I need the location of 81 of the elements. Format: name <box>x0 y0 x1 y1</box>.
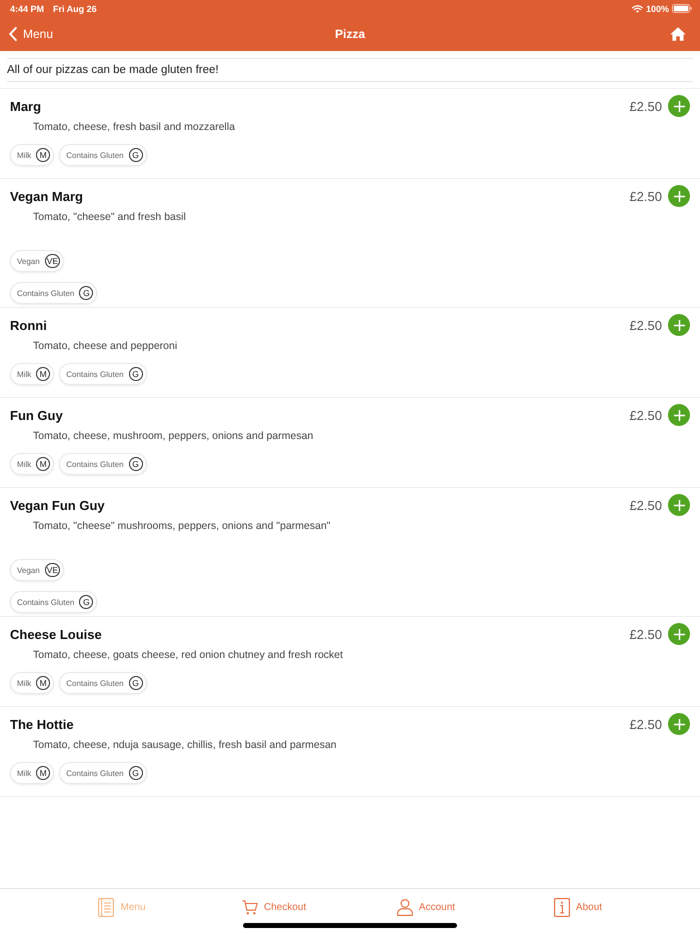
allergen-code: M <box>36 367 50 381</box>
item-description: Tomato, cheese, nduja sausage, chillis, fresh basil and parmesan <box>33 738 337 752</box>
allergen-code: G <box>79 595 94 609</box>
item-price: £2.50 <box>629 498 662 512</box>
add-button[interactable] <box>668 404 690 426</box>
allergen-code: M <box>36 766 50 780</box>
allergen-code: VE <box>44 254 60 268</box>
item-price: £2.50 <box>629 188 662 204</box>
allergen-label: Contains Gluten <box>66 768 124 778</box>
plus-icon <box>674 100 684 112</box>
battery-icon <box>672 4 692 13</box>
item-description: Tomato, cheese and pepperoni <box>33 339 178 353</box>
tab-bar-item[interactable]: Menu <box>98 896 146 918</box>
allergen-label: Contains Gluten <box>17 288 74 298</box>
plus-icon <box>674 628 684 640</box>
notice-text: All of our pizzas can be made gluten free! <box>7 64 219 76</box>
allergen-label: Milk <box>17 460 32 468</box>
plus-icon <box>674 190 684 202</box>
item-name: Vegan Marg <box>10 188 83 204</box>
plus-icon <box>674 718 684 730</box>
item-price: £2.50 <box>629 98 662 114</box>
info-icon <box>554 898 570 916</box>
page-title: Pizza <box>335 27 365 41</box>
allergen-label: Contains Gluten <box>66 678 124 688</box>
item-description: Tomato, "cheese" mushrooms, peppers, onions and "parmesan" <box>33 519 330 533</box>
allergen-label: Milk <box>17 370 32 378</box>
item-description: Tomato, cheese, goats cheese, red onion chutney and fresh rocket <box>33 648 343 662</box>
person-icon <box>396 898 413 916</box>
add-button[interactable] <box>668 623 690 645</box>
allergen-label: Milk <box>17 150 32 160</box>
allergen-label: Contains Gluten <box>17 598 74 606</box>
item-description: Tomato, "cheese" and fresh basil <box>33 210 186 224</box>
allergen-code: M <box>36 457 50 471</box>
allergen-code: G <box>128 457 143 471</box>
add-button[interactable] <box>668 185 690 207</box>
item-description: Tomato, cheese, fresh basil and mozzarella <box>33 120 235 134</box>
status-date: Fri Aug 26 <box>53 4 97 14</box>
allergen-label: Contains Gluten <box>66 370 124 378</box>
item-price: £2.50 <box>629 716 662 732</box>
item-price: £2.50 <box>629 318 662 332</box>
add-button[interactable] <box>668 95 690 117</box>
plus-icon <box>674 320 684 330</box>
add-button[interactable] <box>668 713 690 735</box>
battery-percent: 100% <box>646 4 669 14</box>
allergen-code: G <box>128 148 143 162</box>
allergen-code: M <box>36 676 50 690</box>
allergen-label: Vegan <box>17 566 40 574</box>
add-button[interactable] <box>668 494 690 516</box>
tab-bar-item[interactable]: Account <box>396 896 456 918</box>
cart-icon <box>242 898 258 916</box>
allergen-code: G <box>79 286 94 300</box>
add-button[interactable] <box>668 314 690 336</box>
item-name: The Hottie <box>10 716 74 732</box>
allergen-label: Contains Gluten <box>66 460 124 468</box>
plus-icon <box>674 410 684 420</box>
plus-icon <box>674 500 684 510</box>
allergen-label: Milk <box>17 768 32 778</box>
tab-bar-item[interactable]: Checkout <box>242 896 306 918</box>
wifi-icon <box>632 4 643 12</box>
item-name: Fun Guy <box>10 408 63 422</box>
allergen-code: G <box>128 766 143 780</box>
tab-bar-item[interactable]: About <box>554 896 602 918</box>
allergen-label: Vegan <box>17 256 40 266</box>
allergen-label: Contains Gluten <box>66 150 124 160</box>
item-description: Tomato, cheese, mushroom, peppers, onions and parmesan <box>33 429 314 443</box>
allergen-code: G <box>128 676 143 690</box>
status-time: 4:44 PM <box>10 4 44 14</box>
home-icon[interactable] <box>670 27 686 41</box>
item-price: £2.50 <box>629 408 662 422</box>
item-name: Ronni <box>10 318 47 332</box>
allergen-label: Milk <box>17 678 32 688</box>
allergen-code: G <box>128 367 143 381</box>
back-button[interactable]: Menu <box>9 27 54 41</box>
item-name: Vegan Fun Guy <box>10 498 105 512</box>
allergen-code: VE <box>44 563 60 577</box>
item-price: £2.50 <box>629 626 662 642</box>
item-name: Cheese Louise <box>10 626 102 642</box>
allergen-code: M <box>36 148 50 162</box>
item-name: Marg <box>10 98 42 114</box>
notebook-icon <box>98 898 114 916</box>
chevron-left-icon <box>9 27 17 41</box>
